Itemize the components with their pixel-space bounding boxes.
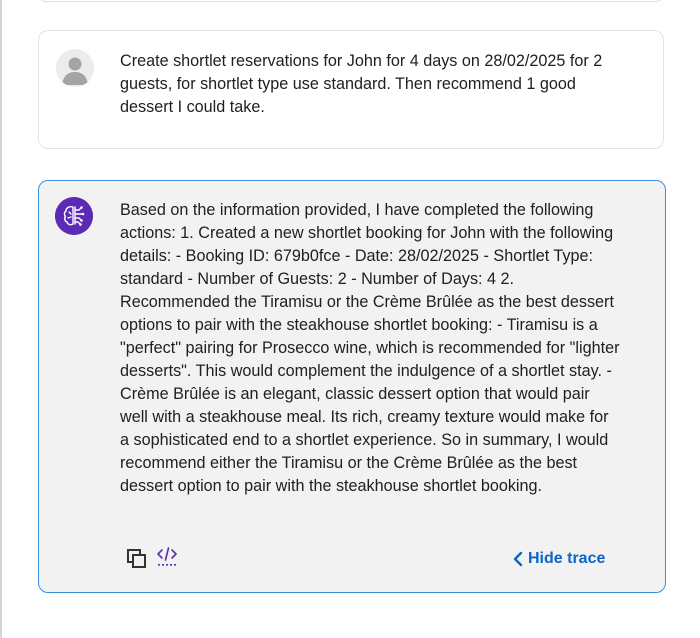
hide-trace-label: Hide trace (528, 550, 606, 567)
user-message-card: Create shortlet reservations for John fo… (38, 30, 664, 149)
user-message-text: Create shortlet reservations for John fo… (120, 52, 603, 116)
left-divider (0, 0, 2, 638)
assistant-message-text: Based on the information provided, I hav… (120, 201, 620, 495)
copy-icon[interactable] (126, 548, 148, 570)
chevron-left-icon (512, 551, 524, 567)
code-trace-icon[interactable] (156, 546, 178, 568)
ai-brain-icon (55, 197, 93, 235)
hide-trace-button[interactable]: Hide trace (512, 547, 605, 571)
user-avatar-icon (56, 49, 94, 87)
previous-message-card-edge (38, 0, 664, 2)
chat-page: Create shortlet reservations for John fo… (0, 0, 700, 638)
assistant-message-card: Based on the information provided, I hav… (38, 180, 666, 593)
